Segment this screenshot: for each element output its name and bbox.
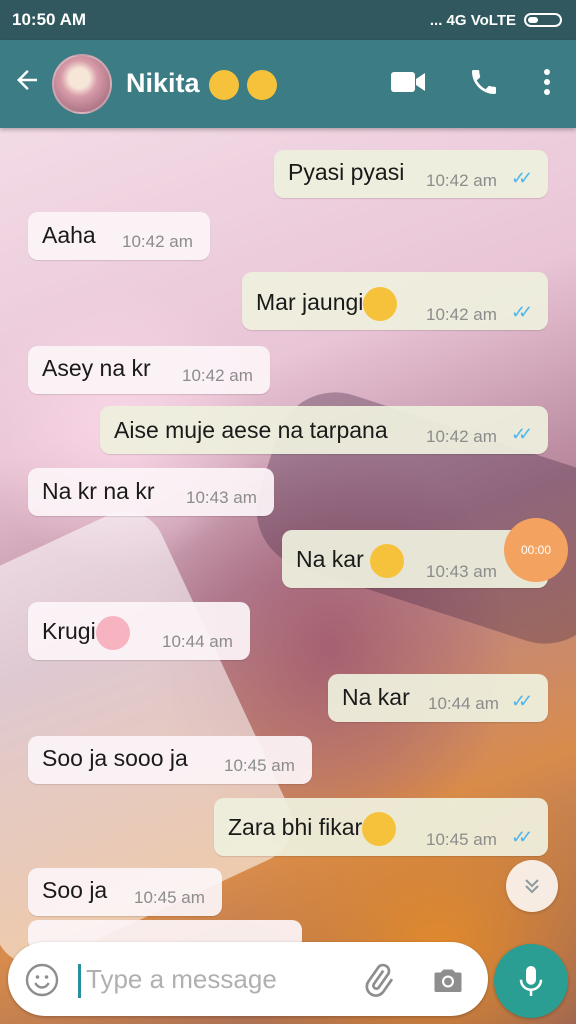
message-time: 10:42 am <box>182 366 253 385</box>
status-time: 10:50 AM <box>12 10 87 29</box>
heart-eyes-face-icon <box>362 812 397 846</box>
back-arrow-icon[interactable] <box>10 65 44 104</box>
message-text: Asey na kr <box>42 355 151 381</box>
message-text: Na kar <box>296 546 364 573</box>
microphone-icon <box>519 966 543 996</box>
message-time: 10:44 am <box>162 632 233 651</box>
message-incoming[interactable]: Aaha 10:42 am <box>28 212 210 260</box>
overlay-timer-badge[interactable]: 00:00 <box>504 518 568 582</box>
attach-icon[interactable] <box>360 962 396 1003</box>
message-composer: Type a message <box>8 942 488 1016</box>
contact-name[interactable]: Nikita <box>126 68 390 100</box>
message-time: 10:43 am <box>426 562 497 581</box>
double-check-icon: ✓✓ <box>511 302 533 322</box>
status-bar: 10:50 AM ... 4G VoLTE <box>0 0 576 40</box>
message-time: 10:42 am <box>426 305 497 324</box>
message-time: 10:42 am <box>426 427 497 446</box>
more-options-icon[interactable] <box>542 67 552 102</box>
video-call-icon[interactable] <box>390 69 426 100</box>
frowning-face-icon <box>363 287 398 321</box>
text-cursor <box>78 964 81 998</box>
contact-name-text: Nikita <box>126 68 200 99</box>
emoji-icon[interactable] <box>24 962 60 1003</box>
message-text: Na kr na kr <box>42 478 155 504</box>
scroll-to-bottom-button[interactable] <box>506 860 558 912</box>
kissing-face-icon <box>209 69 240 100</box>
contact-avatar[interactable] <box>52 54 112 114</box>
chat-header: Nikita <box>0 40 576 128</box>
message-text: Aise muje aese na tarpana <box>114 417 388 443</box>
message-text: Pyasi pyasi <box>288 159 405 185</box>
battery-icon <box>524 13 562 27</box>
message-outgoing[interactable]: Mar jaungi 10:42 am ✓✓ <box>242 272 548 330</box>
double-check-icon: ✓✓ <box>511 691 533 711</box>
message-time: 10:43 am <box>186 488 257 507</box>
pig-face-icon <box>95 616 130 650</box>
status-indicators: ... 4G VoLTE <box>430 12 562 29</box>
message-text: Zara bhi fikar <box>228 814 363 841</box>
double-chevron-down-icon <box>525 879 539 894</box>
message-incoming[interactable]: Soo ja sooo ja 10:45 am <box>28 736 312 784</box>
message-time: 10:45 am <box>426 830 497 849</box>
message-outgoing[interactable]: Aise muje aese na tarpana 10:42 am ✓✓ <box>100 406 548 454</box>
heart-eyes-face-icon <box>246 69 277 100</box>
message-outgoing[interactable]: Na kar 10:44 am ✓✓ <box>328 674 548 722</box>
message-outgoing[interactable]: Zara bhi fikar 10:45 am ✓✓ <box>214 798 548 856</box>
message-outgoing[interactable]: Pyasi pyasi 10:42 am ✓✓ <box>274 150 548 198</box>
header-actions <box>390 66 552 103</box>
message-time: 10:42 am <box>122 232 193 251</box>
message-input[interactable]: Type a message <box>86 964 277 995</box>
message-text: Soo ja sooo ja <box>42 745 188 771</box>
message-incoming[interactable]: Soo ja 10:45 am <box>28 868 222 916</box>
signal-text: ... 4G VoLTE <box>429 11 516 29</box>
message-text: Aaha <box>42 222 96 248</box>
voice-message-button[interactable] <box>494 944 568 1018</box>
phone-call-icon[interactable] <box>468 66 500 103</box>
message-text: Na kar <box>342 684 410 710</box>
message-text: Krugi <box>42 618 96 645</box>
message-incoming[interactable]: Krugi 10:44 am <box>28 602 250 660</box>
message-text: Mar jaungi <box>256 289 364 316</box>
message-time: 10:45 am <box>224 756 295 775</box>
double-check-icon: ✓✓ <box>511 424 533 444</box>
message-time: 10:44 am <box>428 694 499 713</box>
message-time: 10:42 am <box>426 171 497 190</box>
crying-face-icon <box>370 544 405 578</box>
double-check-icon: ✓✓ <box>511 827 533 847</box>
message-time: 10:45 am <box>134 888 205 907</box>
message-incoming[interactable]: Na kr na kr 10:43 am <box>28 468 274 516</box>
camera-icon[interactable] <box>430 962 466 1003</box>
message-text: Soo ja <box>42 877 108 903</box>
double-check-icon: ✓✓ <box>511 168 533 188</box>
message-incoming[interactable]: Asey na kr 10:42 am <box>28 346 270 394</box>
